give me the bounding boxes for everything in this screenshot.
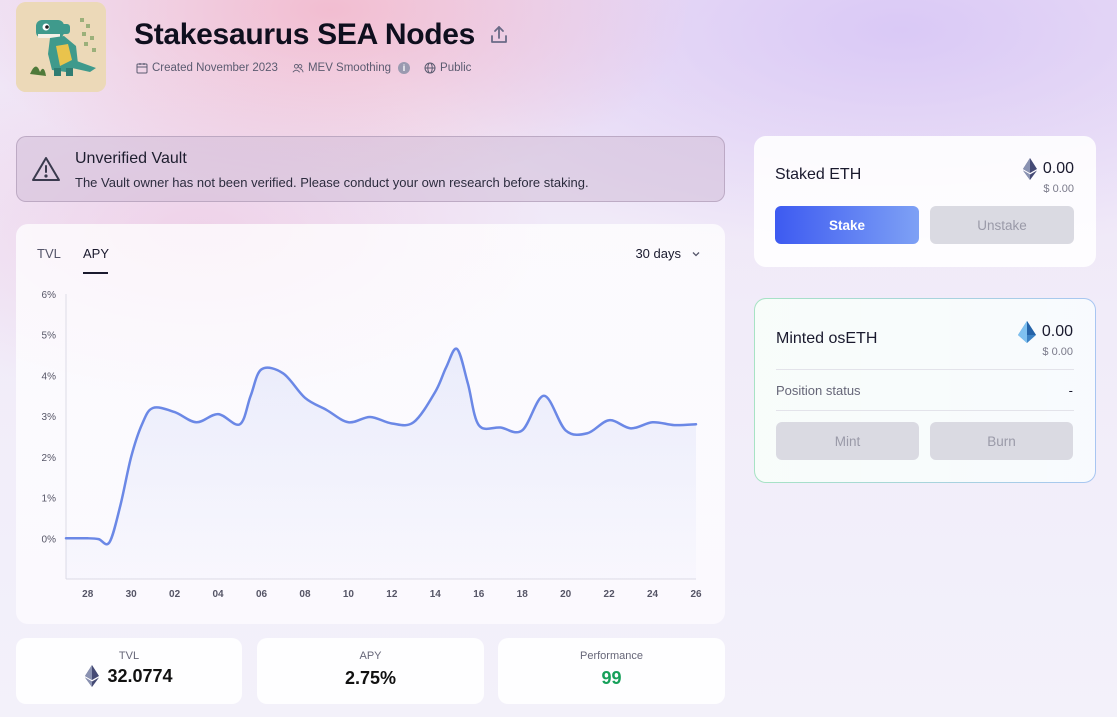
position-status-label: Position status xyxy=(776,383,861,398)
calendar-icon xyxy=(136,63,148,74)
performance-stat: Performance 99 xyxy=(498,638,725,704)
x-tick-label: 10 xyxy=(343,589,355,600)
x-tick-label: 26 xyxy=(690,589,702,600)
unverified-warning: Unverified Vault The Vault owner has not… xyxy=(16,136,725,202)
mint-button[interactable]: Mint xyxy=(776,422,919,460)
staked-title: Staked ETH xyxy=(775,166,862,183)
created-text: Created November 2023 xyxy=(152,62,278,74)
x-tick-label: 08 xyxy=(299,589,311,600)
x-tick-label: 24 xyxy=(647,589,659,600)
y-tick-label: 0% xyxy=(42,534,57,545)
vault-meta: Created November 2023 MEV Smoothing i Pu… xyxy=(136,62,471,74)
eth-icon xyxy=(1022,158,1037,180)
performance-value: 99 xyxy=(601,668,622,688)
y-tick-label: 6% xyxy=(42,290,57,301)
page-title: Stakesaurus SEA Nodes xyxy=(134,18,476,51)
staked-amount: 0.00 $ 0.00 xyxy=(1022,158,1074,195)
minted-title: Minted osETH xyxy=(776,330,878,347)
created-info: Created November 2023 xyxy=(136,62,278,74)
y-tick-label: 4% xyxy=(42,371,57,382)
apy-chart: 6% 5% 4% 3% 2% 1% 0% 28 30 02 04 06 08 10 12 14 16 18 20 22… xyxy=(42,290,702,600)
tvl-stat: TVL 32.0774 xyxy=(16,638,242,704)
unstake-button[interactable]: Unstake xyxy=(930,206,1074,244)
x-tick-label: 22 xyxy=(604,589,616,600)
staked-card: Staked ETH 0.00 $ 0.00 Stake Unstake xyxy=(754,136,1096,267)
y-tick-label: 5% xyxy=(42,331,57,342)
eth-icon xyxy=(85,665,100,687)
x-tick-label: 02 xyxy=(169,589,181,600)
stake-button[interactable]: Stake xyxy=(775,206,919,244)
minted-usd: $ 0.00 xyxy=(1042,346,1073,358)
x-tick-label: 18 xyxy=(517,589,529,600)
chart-card: TVL APY 30 days 6% 5% 4% 3% 2% 1% 0% 28 30 02 04 06… xyxy=(16,224,725,624)
x-tick-label: 16 xyxy=(473,589,485,600)
share-icon[interactable] xyxy=(488,24,510,46)
apy-area xyxy=(66,348,696,579)
staked-amount-value: 0.00 xyxy=(1042,160,1074,177)
warning-text: The Vault owner has not been verified. P… xyxy=(75,175,589,190)
y-tick-label: 1% xyxy=(42,494,57,505)
vault-logo xyxy=(16,2,106,92)
burn-button[interactable]: Burn xyxy=(930,422,1073,460)
divider xyxy=(776,410,1074,411)
divider xyxy=(776,369,1074,370)
apy-label: APY xyxy=(359,650,382,662)
x-tick-label: 28 xyxy=(82,589,94,600)
staked-usd: $ 0.00 xyxy=(1043,183,1074,195)
oseth-icon xyxy=(1017,321,1036,343)
apy-value: 2.75% xyxy=(344,668,397,688)
minted-amount: 0.00 $ 0.00 xyxy=(1017,321,1073,358)
x-tick-label: 30 xyxy=(126,589,138,600)
warning-title: Unverified Vault xyxy=(75,150,187,167)
users-icon xyxy=(292,63,304,73)
tvl-value: 32.0774 xyxy=(107,665,173,686)
position-status-value: - xyxy=(1068,383,1073,398)
mev-text: MEV Smoothing xyxy=(307,62,392,74)
mev-info: MEV Smoothing i xyxy=(292,62,411,74)
globe-icon xyxy=(424,62,436,74)
x-tick-label: 06 xyxy=(256,589,268,600)
visibility-text: Public xyxy=(440,62,472,74)
x-tick-label: 20 xyxy=(560,589,572,600)
minted-amount-value: 0.00 xyxy=(1041,323,1073,340)
tvl-label: TVL xyxy=(118,650,140,662)
visibility-info: Public xyxy=(424,62,471,74)
x-tick-label: 04 xyxy=(213,589,225,600)
minted-card: Minted osETH 0.00 $ 0.00 Position status… xyxy=(754,298,1096,483)
warning-icon xyxy=(31,155,61,183)
x-tick-label: 12 xyxy=(386,589,398,600)
info-icon[interactable]: i xyxy=(398,62,411,74)
apy-stat: APY 2.75% xyxy=(257,638,484,704)
y-tick-label: 2% xyxy=(42,453,57,464)
x-tick-label: 14 xyxy=(430,589,442,600)
y-tick-label: 3% xyxy=(42,412,57,423)
performance-label: Performance xyxy=(580,650,643,662)
